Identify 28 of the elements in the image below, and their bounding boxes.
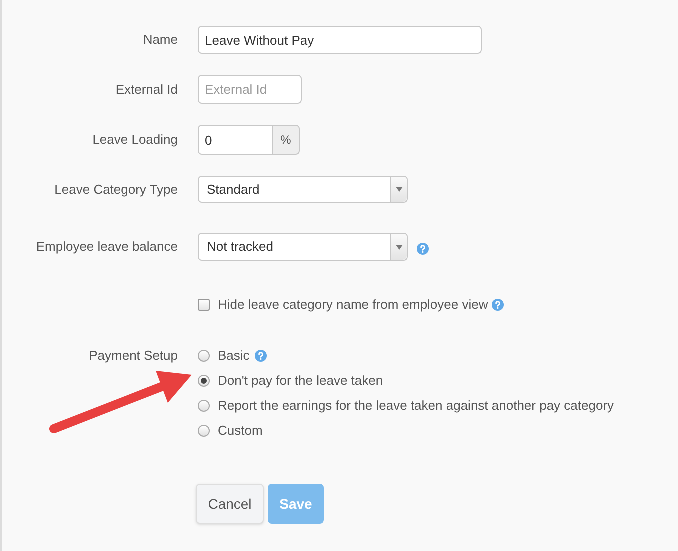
radio-button[interactable]	[198, 400, 210, 412]
help-icon[interactable]	[492, 299, 504, 311]
field-label: Name	[143, 31, 178, 50]
checkbox[interactable]	[198, 299, 210, 311]
external-id-field[interactable]: External Id	[198, 75, 302, 104]
leave-loading-field[interactable]: 0	[198, 125, 273, 155]
help-icon[interactable]	[254, 350, 267, 362]
field-label: Payment Setup	[89, 346, 178, 365]
radio-button[interactable]	[198, 424, 210, 436]
name-field[interactable]: Leave Without Pay	[198, 26, 482, 54]
radio-button[interactable]	[198, 374, 210, 386]
radio-label: Custom	[218, 422, 263, 440]
cancel-button[interactable]: Cancel	[196, 484, 264, 524]
field-label: Leave Category Type	[54, 180, 178, 199]
dropdown[interactable]: Not tracked	[198, 233, 408, 261]
dropdown[interactable]: Standard	[198, 176, 408, 203]
checkbox-label: Hide leave category name from employee view	[218, 296, 488, 314]
help-icon[interactable]	[417, 243, 429, 255]
field-label: External Id	[116, 80, 178, 99]
radio-label: Don't pay for the leave taken	[218, 372, 384, 390]
caret-icon	[396, 244, 402, 250]
radio-label: Basic	[218, 346, 250, 365]
field-label: Leave Loading	[92, 131, 178, 150]
radio-label: Report the earnings for the leave taken against another pay category	[218, 396, 614, 415]
caret-icon	[396, 187, 402, 192]
radio-button[interactable]	[198, 350, 210, 362]
field-label: Employee leave balance	[36, 238, 178, 256]
percent-addon: %	[273, 125, 300, 155]
